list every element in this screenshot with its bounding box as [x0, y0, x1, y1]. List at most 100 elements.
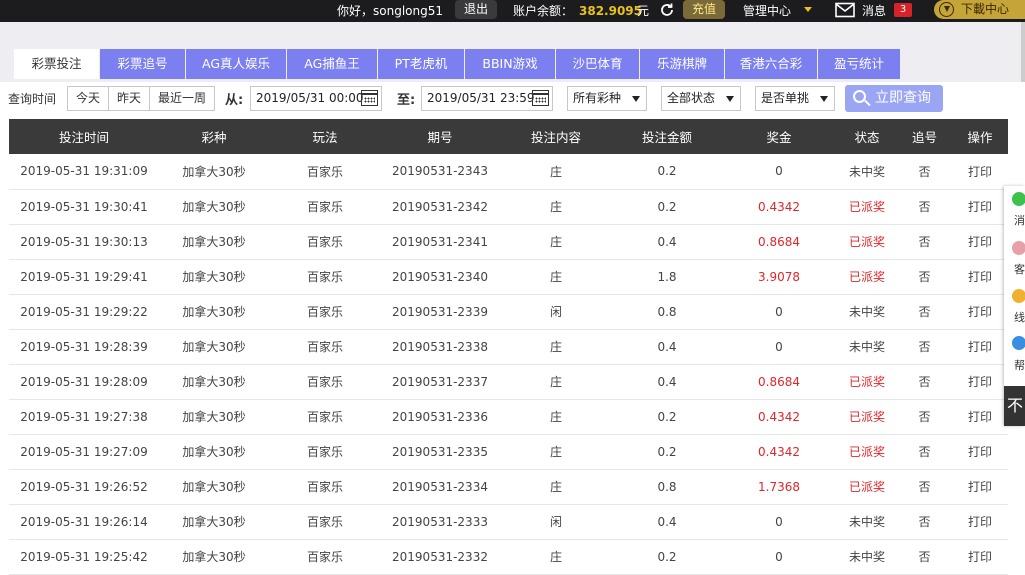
messages-link[interactable]: 消息 — [862, 0, 886, 22]
chevron-down-icon[interactable] — [804, 7, 812, 12]
chat-icon[interactable] — [1012, 192, 1025, 206]
tab-bbin-games[interactable]: BBIN游戏 — [465, 49, 555, 79]
single-pick-select[interactable]: 是否单挑 — [755, 86, 835, 111]
header-amount: 投注金额 — [641, 130, 692, 145]
balance-value: 382.9095 — [579, 4, 643, 18]
cell-prize: 0.4342 — [758, 444, 800, 459]
line-icon[interactable] — [1012, 289, 1025, 303]
cell-prize: 0.4342 — [758, 409, 800, 424]
cell-chase: 否 — [918, 550, 931, 564]
cell-play: 百家乐 — [306, 550, 343, 564]
cell-issue: 20190531-2340 — [392, 269, 488, 284]
cell-play: 百家乐 — [306, 480, 343, 494]
download-center-button[interactable]: 下載中心 — [934, 0, 1025, 19]
manage-center-menu[interactable]: 管理中心 — [743, 0, 791, 22]
cell-bet-time: 2019-05-31 19:30:13 — [20, 234, 148, 249]
cell-play: 百家乐 — [306, 445, 343, 459]
cell-action[interactable]: 打印 — [952, 329, 1008, 364]
table-row: 2019-05-31 19:31:09 加拿大30秒 百家乐 20190531-234… — [9, 154, 1008, 189]
recharge-button[interactable]: 充值 — [683, 0, 725, 19]
cell-issue: 20190531-2338 — [392, 339, 488, 354]
table-row: 2019-05-31 19:26:14 加拿大30秒 百家乐 20190531-233… — [9, 504, 1008, 539]
cell-bet-time: 2019-05-31 19:25:42 — [20, 549, 148, 564]
cell-prize: 0 — [775, 164, 783, 179]
side-item-message[interactable]: 消 — [1014, 212, 1025, 228]
cell-status: 已派奖 — [848, 480, 885, 494]
refresh-icon[interactable] — [658, 1, 676, 19]
lottery-type-select[interactable]: 所有彩种 — [567, 86, 647, 111]
customer-service-icon[interactable] — [1012, 241, 1025, 255]
cell-action[interactable]: 打印 — [952, 224, 1008, 259]
cell-status: 已派奖 — [848, 200, 885, 214]
cell-action[interactable]: 打印 — [952, 294, 1008, 329]
table-row: 2019-05-31 19:30:41 加拿大30秒 百家乐 20190531-234… — [9, 189, 1008, 224]
cell-content: 庄 — [549, 235, 562, 249]
header-prize: 奖金 — [766, 130, 792, 145]
tab-lottery-chase[interactable]: 彩票追号 — [100, 49, 185, 79]
tab-saba-sports[interactable]: 沙巴体育 — [556, 49, 639, 79]
cell-prize: 0 — [775, 339, 783, 354]
cell-amount: 1.8 — [657, 269, 677, 284]
logout-button[interactable]: 退出 — [455, 0, 497, 19]
last-week-button[interactable]: 最近一周 — [150, 87, 215, 110]
cell-action[interactable]: 打印 — [952, 539, 1008, 574]
cell-issue: 20190531-2339 — [392, 304, 488, 319]
balance-label: 账户余额： — [513, 4, 574, 18]
cell-action[interactable]: 打印 — [952, 504, 1008, 539]
table-header-row: 投注时间 彩种 玩法 期号 投注内容 投注金额 奖金 状态 追号 操作 — [9, 119, 1008, 154]
quick-range-group: 今天 昨天 最近一周 — [67, 86, 216, 111]
cell-action[interactable]: 打印 — [952, 399, 1008, 434]
cell-action[interactable]: 打印 — [952, 259, 1008, 294]
yesterday-button[interactable]: 昨天 — [109, 87, 151, 110]
tab-profit-stats[interactable]: 盈亏统计 — [818, 49, 900, 79]
cell-action[interactable]: 打印 — [952, 469, 1008, 504]
side-item-service[interactable]: 客 — [1014, 261, 1025, 277]
cell-amount: 0.4 — [657, 339, 677, 354]
cell-play: 百家乐 — [306, 164, 343, 179]
cell-issue: 20190531-2336 — [392, 409, 488, 424]
cell-status: 未中奖 — [848, 515, 885, 529]
tab-lottery-bet[interactable]: 彩票投注 — [14, 49, 99, 79]
calendar-icon[interactable] — [532, 90, 549, 106]
tab-ag-live[interactable]: AG真人娱乐 — [186, 49, 286, 79]
chevron-down-icon — [726, 96, 734, 102]
cell-amount: 0.4 — [657, 514, 677, 529]
cell-content: 庄 — [549, 164, 562, 179]
cell-action[interactable]: 打印 — [952, 154, 1008, 189]
cell-action[interactable]: 打印 — [952, 189, 1008, 224]
greeting-text: 你好，songlong51 — [337, 4, 443, 18]
side-item-help[interactable]: 帮 — [1014, 357, 1025, 373]
from-date-input[interactable]: 2019/05/31 00:00 — [250, 86, 382, 111]
cell-amount: 0.2 — [657, 199, 677, 214]
side-collapse-toggle[interactable]: 不 — [1004, 386, 1025, 426]
cell-chase: 否 — [918, 270, 931, 284]
tab-hk-mark-six[interactable]: 香港六合彩 — [725, 49, 817, 79]
cell-content: 庄 — [549, 200, 562, 214]
cell-chase: 否 — [918, 235, 931, 249]
cell-action[interactable]: 打印 — [952, 364, 1008, 399]
tab-leyou-cards[interactable]: 乐游棋牌 — [640, 49, 724, 79]
status-select[interactable]: 全部状态 — [661, 86, 741, 111]
cell-play: 百家乐 — [306, 235, 343, 249]
mail-icon[interactable] — [835, 2, 855, 18]
cell-content: 庄 — [549, 480, 562, 494]
query-time-label: 查询时间 — [8, 92, 57, 106]
cell-chase: 否 — [918, 375, 931, 389]
cell-prize: 0.8684 — [758, 374, 800, 389]
to-date-input[interactable]: 2019/05/31 23:59 — [421, 86, 553, 111]
calendar-icon[interactable] — [361, 90, 378, 106]
tab-ag-fishing[interactable]: AG捕鱼王 — [287, 49, 377, 79]
query-button[interactable]: 立即查询 — [845, 85, 943, 112]
page-scrollbar[interactable] — [1021, 22, 1025, 82]
cell-amount: 0.4 — [657, 374, 677, 389]
today-button[interactable]: 今天 — [68, 87, 110, 110]
help-icon[interactable] — [1012, 336, 1025, 350]
cell-prize: 3.9078 — [758, 269, 800, 284]
side-item-line[interactable]: 线 — [1014, 309, 1025, 325]
cell-bet-time: 2019-05-31 19:28:39 — [20, 339, 148, 354]
header-action: 操作 — [967, 130, 993, 145]
tab-pt-slots[interactable]: PT老虎机 — [378, 49, 464, 79]
cell-chase: 否 — [918, 410, 931, 424]
cell-action[interactable]: 打印 — [952, 434, 1008, 469]
cell-bet-time: 2019-05-31 19:31:09 — [20, 164, 148, 179]
